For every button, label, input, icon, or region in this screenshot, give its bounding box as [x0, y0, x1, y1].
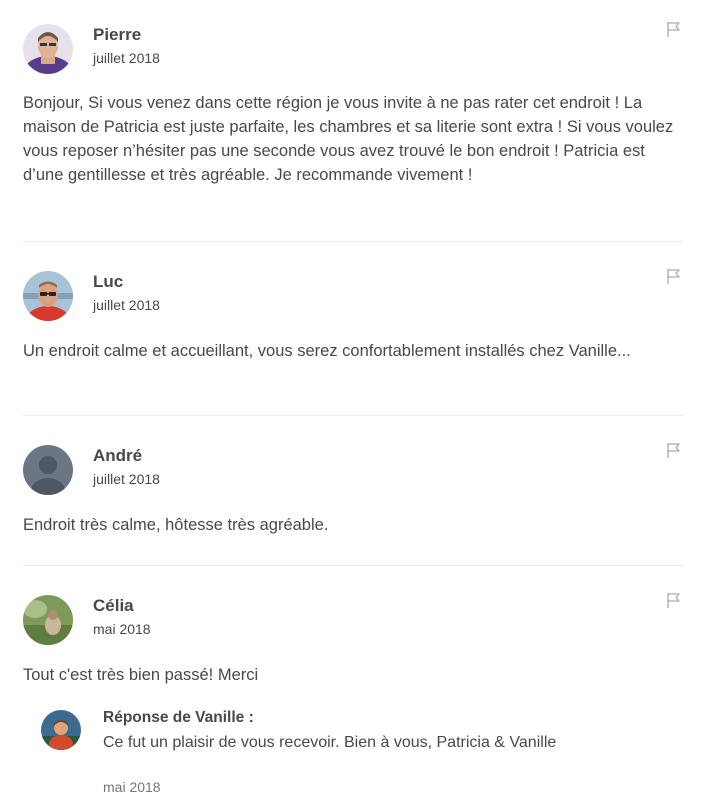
flag-icon[interactable]: [665, 591, 683, 609]
reviewer-name[interactable]: André: [93, 445, 142, 467]
review-header: Célia mai 2018: [23, 593, 683, 645]
review-item: André juillet 2018 Endroit très calme, h…: [23, 443, 683, 537]
review-date: juillet 2018: [93, 471, 160, 487]
divider: [23, 565, 683, 566]
review-item: Célia mai 2018 Tout c'est très bien pass…: [23, 593, 683, 687]
flag-icon[interactable]: [665, 20, 683, 38]
review-item: Pierre juillet 2018 Bonjour, Si vous ven…: [23, 22, 683, 187]
review-date: juillet 2018: [93, 50, 160, 66]
reviewer-name[interactable]: Pierre: [93, 24, 141, 46]
response-text: Ce fut un plaisir de vous recevoir. Bien…: [103, 734, 557, 751]
host-avatar[interactable]: [41, 710, 81, 750]
reviewer-name[interactable]: Célia: [93, 595, 134, 617]
review-item: Luc juillet 2018 Un endroit calme et acc…: [23, 269, 683, 363]
flag-icon[interactable]: [665, 441, 683, 459]
divider: [23, 415, 683, 416]
review-text: Un endroit calme et accueillant, vous se…: [23, 342, 631, 360]
review-text: Endroit très calme, hôtesse très agréabl…: [23, 516, 329, 534]
review-header: Pierre juillet 2018: [23, 22, 683, 74]
reviewer-name[interactable]: Luc: [93, 271, 123, 293]
response-date: mai 2018: [103, 779, 161, 795]
response-title: Réponse de Vanille :: [103, 709, 254, 726]
review-header: Luc juillet 2018: [23, 269, 683, 321]
avatar[interactable]: [23, 271, 73, 321]
review-date: juillet 2018: [93, 297, 160, 313]
divider: [23, 241, 683, 242]
review-text: Bonjour, Si vous venez dans cette région…: [23, 94, 674, 184]
avatar[interactable]: [23, 24, 73, 74]
review-date: mai 2018: [93, 621, 151, 637]
review-header: André juillet 2018: [23, 443, 683, 495]
flag-icon[interactable]: [665, 267, 683, 285]
review-text: Tout c'est très bien passé! Merci: [23, 666, 259, 684]
default-user-icon[interactable]: [23, 445, 73, 495]
avatar[interactable]: [23, 595, 73, 645]
